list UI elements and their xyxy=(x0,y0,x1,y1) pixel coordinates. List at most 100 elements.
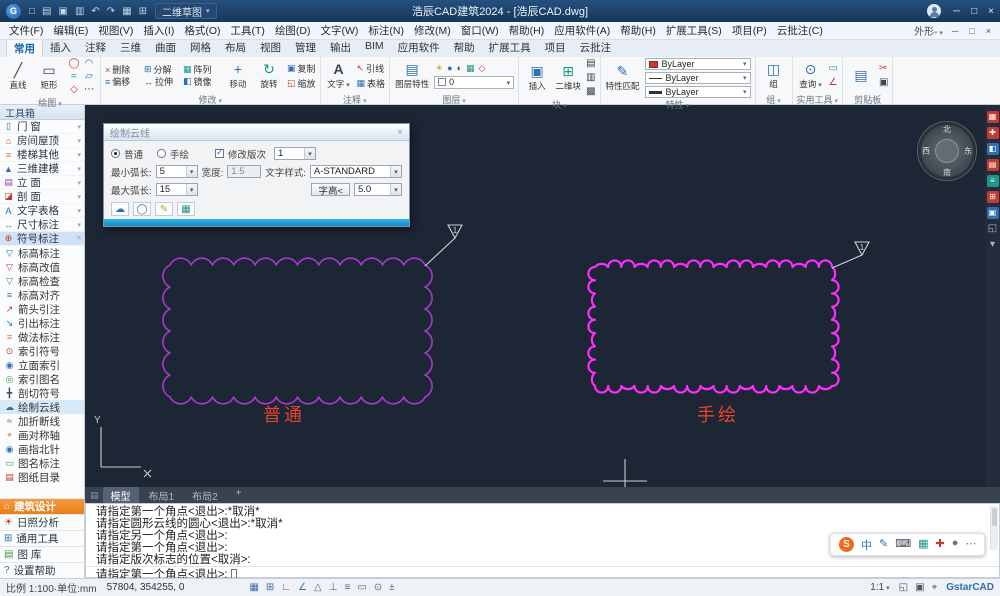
draw-tool-icon-button[interactable]: ◇ xyxy=(67,84,81,96)
window-control-button[interactable]: □ xyxy=(971,6,977,17)
property-dropdown[interactable]: ByLayer xyxy=(645,72,751,84)
menu-item[interactable]: 帮助(H) xyxy=(615,22,661,39)
ribbon-tab[interactable]: 插入 xyxy=(43,39,78,57)
modify-tool-button[interactable]: ↔ 拉伸 xyxy=(144,76,181,88)
status-toggle-icon[interactable]: ≡ xyxy=(344,582,350,593)
layout-list-icon[interactable]: ▤ xyxy=(90,490,99,501)
toolbox-item[interactable]: ⊙ 索引符号 xyxy=(0,344,84,358)
status-icon[interactable]: ⌖ xyxy=(932,582,938,593)
qat-icon[interactable]: ▥ xyxy=(75,6,84,17)
draw-tool-icon-button[interactable]: ◯ xyxy=(67,58,81,70)
menu-item[interactable]: 文件(F) xyxy=(4,22,48,39)
toolbox-item[interactable]: ▽ 标高标注 xyxy=(0,246,84,260)
annotation-scale[interactable]: 1:1 xyxy=(870,582,889,593)
window-control-button[interactable]: ─ xyxy=(953,6,960,17)
layer-state-icon[interactable]: ◇ xyxy=(479,63,486,74)
menu-item[interactable]: 扩展工具(S) xyxy=(661,22,727,39)
toolbox-group[interactable]: ↔ 尺寸标注 xyxy=(0,218,84,232)
qat-icon[interactable]: ⊞ xyxy=(139,6,147,17)
toolbox-category[interactable]: ☀ 日照分析 xyxy=(0,514,84,530)
compass-south-label[interactable]: 南 xyxy=(943,167,951,178)
ribbon-tab[interactable]: 注释 xyxy=(78,39,113,57)
scale-units-label[interactable]: 比例 1:100·单位:mm xyxy=(6,580,97,595)
command-scrollbar[interactable] xyxy=(990,506,998,550)
status-toggle-icon[interactable]: △ xyxy=(314,582,322,593)
toolbox-item[interactable]: ≡ 标高对齐 xyxy=(0,288,84,302)
cloud-tool-icon[interactable]: ▦ xyxy=(177,202,195,216)
draw-tool-icon-button[interactable]: ▱ xyxy=(82,71,96,83)
draw-cloud-dialog[interactable]: 绘制云线 × 普通 手绘 修改版次 1 最小弧长: 5 宽度: 1.5 xyxy=(103,123,410,227)
max-arc-select[interactable]: 15 xyxy=(156,183,198,196)
menu-item[interactable]: 帮助(H) xyxy=(504,22,550,39)
paste-button[interactable]: ▤ xyxy=(847,58,875,93)
status-toggle-icon[interactable]: ▦ xyxy=(249,582,258,593)
qat-icon[interactable]: ↷ xyxy=(107,6,115,17)
panel-label-properties[interactable]: 特性 xyxy=(605,98,751,109)
menu-item[interactable]: 文字(W) xyxy=(316,22,364,39)
layer-state-icon[interactable]: ☀ xyxy=(435,63,443,74)
revision-number-marker[interactable]: 1 xyxy=(425,225,462,266)
toolbox-item[interactable]: ↘ 引出标注 xyxy=(0,316,84,330)
ime-icon[interactable]: ⋯ xyxy=(965,537,976,553)
toolbox-group[interactable]: A 文字表格 xyxy=(0,204,84,218)
property-dropdown[interactable]: ByLayer xyxy=(645,58,751,70)
revision-number-select[interactable]: 1 xyxy=(274,147,316,160)
status-toggle-icon[interactable]: ▭ xyxy=(357,582,366,593)
menu-item[interactable]: 窗口(W) xyxy=(456,22,504,39)
match-properties-button[interactable]: ✎ 特性匹配 xyxy=(605,58,641,98)
layer-properties-button[interactable]: ▤ 图层特性 xyxy=(394,58,430,93)
width-field[interactable]: 1.5 xyxy=(227,165,261,178)
menu-item[interactable]: 编辑(E) xyxy=(48,22,93,39)
ribbon-tab[interactable]: 帮助 xyxy=(447,39,482,57)
ribbon-tab[interactable]: 应用软件 xyxy=(391,39,447,57)
layer-select[interactable]: 0 xyxy=(434,76,514,89)
status-toggle-icon[interactable]: ∟ xyxy=(281,582,291,593)
ribbon-tab[interactable]: 网格 xyxy=(183,39,218,57)
toolbox-item[interactable]: ▽ 标高改值 xyxy=(0,260,84,274)
draw-tool-icon-button[interactable]: ≈ xyxy=(67,71,81,83)
menu-item[interactable]: 云批注(C) xyxy=(772,22,828,39)
ribbon-tab[interactable]: 扩展工具 xyxy=(482,39,538,57)
qat-icon[interactable]: ▤ xyxy=(42,6,51,17)
block-tool-icon-button[interactable]: ▩ xyxy=(586,86,595,98)
layer-state-icon[interactable]: ● xyxy=(447,63,452,74)
menu-item[interactable]: 视图(V) xyxy=(93,22,138,39)
toolbox-item[interactable]: ≈ 加折断线 xyxy=(0,414,84,428)
toolbox-item[interactable]: ◉ 画指北针 xyxy=(0,442,84,456)
revision-cloud-freehand[interactable] xyxy=(588,260,838,392)
utility-icon-button[interactable]: ∠ xyxy=(829,77,838,89)
annotate-tool-button[interactable]: ↖ 引线 xyxy=(357,62,386,75)
compass-hub[interactable] xyxy=(935,139,959,163)
app-logo-icon[interactable]: G xyxy=(6,4,21,19)
toolbox-item[interactable]: ⌖ 画对称轴 xyxy=(0,428,84,442)
toolbox-item[interactable]: ╋ 剖切符号 xyxy=(0,386,84,400)
workspace-dropdown[interactable]: 二维草图 xyxy=(155,3,217,19)
measure-button[interactable]: ⊙ 查询 xyxy=(797,58,825,93)
side-tool-icon[interactable]: ▣ xyxy=(987,207,999,219)
ime-icon[interactable]: ● xyxy=(952,537,959,553)
clipboard-icon-button[interactable]: ✂ xyxy=(879,63,888,75)
qat-icon[interactable]: ▣ xyxy=(59,6,68,17)
ribbon-tab[interactable]: 输出 xyxy=(323,39,358,57)
menu-item[interactable]: 插入(I) xyxy=(138,22,179,39)
toolbox-group[interactable]: ▤ 立 面 xyxy=(0,176,84,190)
qat-icon[interactable]: ▦ xyxy=(122,6,131,17)
compass-east-label[interactable]: 东 xyxy=(964,146,972,157)
panel-label-draw[interactable]: 绘图 xyxy=(4,96,96,107)
ime-icon[interactable]: ⌨ xyxy=(895,537,911,553)
modify-tool-button[interactable]: × 删除 xyxy=(105,64,142,76)
status-toggle-icon[interactable]: ± xyxy=(389,582,395,593)
modify-tool-button[interactable]: ↻ 旋转 xyxy=(255,58,283,93)
cloud-tool-icon[interactable]: ✎ xyxy=(155,202,173,216)
menu-item[interactable]: 工具(T) xyxy=(226,22,270,39)
ribbon-tab[interactable]: 常用 xyxy=(6,39,43,57)
ribbon-tab[interactable]: 项目 xyxy=(538,39,573,57)
status-icon[interactable]: ◱ xyxy=(899,582,908,593)
side-tool-icon[interactable]: ◧ xyxy=(987,143,999,155)
panel-label-layer[interactable]: 图层 xyxy=(394,93,514,104)
toolbox-item[interactable]: ▭ 图名标注 xyxy=(0,456,84,470)
min-arc-select[interactable]: 5 xyxy=(156,165,198,178)
toolbox-category[interactable]: ⌂ 建筑设计 xyxy=(0,498,84,514)
side-tool-icon[interactable]: ⊞ xyxy=(987,191,999,203)
panel-label-annotate[interactable]: 注释 xyxy=(325,93,386,104)
